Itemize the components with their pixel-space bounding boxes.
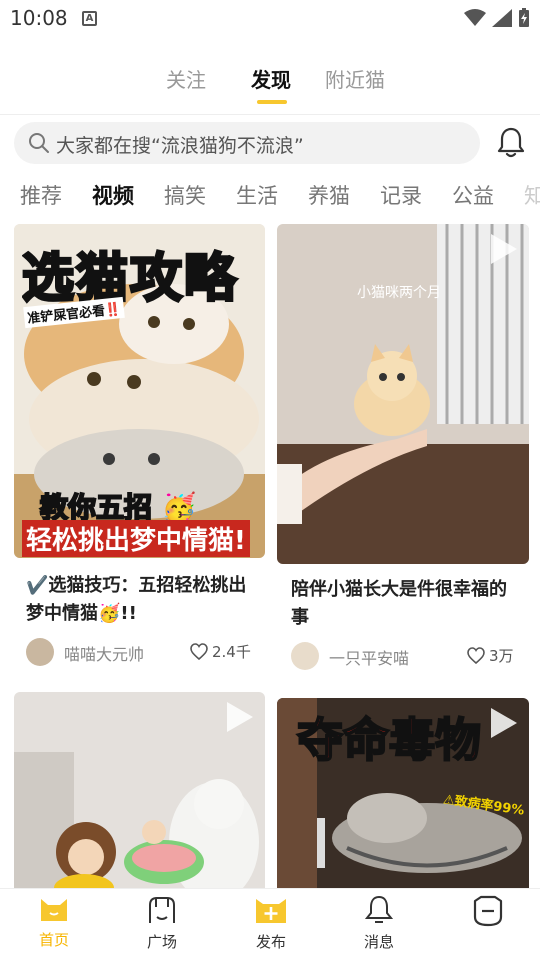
category-tabs: 推荐 视频 搞笑 生活 养猫 记录 公益 知 (0, 178, 540, 214)
category-charity[interactable]: 公益 (452, 180, 494, 210)
author-row: 喵喵大元帅 2.4千 (26, 638, 256, 668)
video-thumbnail[interactable]: 夺命毒物 ⚠致病率99% (277, 698, 529, 888)
author-name[interactable]: 一只平安喵 (329, 645, 409, 669)
like-count[interactable]: 3万 (467, 645, 514, 666)
nav-label-messages: 消息 (363, 933, 394, 951)
nav-messages[interactable]: 消息 (339, 895, 419, 952)
author-avatar[interactable] (26, 638, 54, 666)
thumbnail-headline: 选猫攻略 (22, 248, 239, 311)
category-knowledge[interactable]: 知 (524, 180, 540, 210)
feed-card-3[interactable] (14, 692, 265, 888)
wifi-icon (464, 9, 486, 26)
home-cat-icon (41, 899, 67, 921)
like-count[interactable]: 2.4千 (190, 641, 251, 662)
like-count-text: 2.4千 (212, 643, 251, 661)
thumbnail-caption: 小猫咪两个月 (357, 285, 441, 301)
kitten-thumbnail-image (277, 224, 529, 564)
video-thumbnail[interactable]: 小猫咪两个月 (277, 224, 529, 564)
message-icon (364, 895, 394, 923)
notification-icon: A (82, 11, 97, 26)
search-bar[interactable]: 大家都在搜“流浪猫狗不流浪” (14, 122, 480, 164)
play-icon (227, 702, 253, 732)
card-title[interactable]: 陪伴小猫长大是件很幸福的事 (291, 576, 517, 632)
nav-label-square: 广场 (146, 933, 177, 951)
heart-icon (467, 647, 485, 664)
nav-label-publish: 发布 (255, 933, 286, 951)
nav-square[interactable]: 广场 (122, 895, 202, 952)
nav-profile[interactable] (448, 895, 528, 933)
thumbnail-headline: 夺命毒物 (296, 712, 482, 768)
publish-plus-icon (256, 899, 286, 923)
status-bar: 10:08 A (0, 0, 540, 38)
tab-follow[interactable]: 关注 (166, 64, 206, 93)
author-row: 一只平安喵 3万 (291, 642, 517, 672)
nav-home[interactable]: 首页 (14, 895, 94, 950)
like-count-text: 3万 (489, 647, 514, 665)
tab-nearby-cats[interactable]: 附近猫 (325, 64, 385, 93)
video-thumbnail[interactable] (14, 692, 265, 888)
video-thumbnail[interactable]: 选猫攻略 准铲屎官必看‼️ 教你五招 🥳 轻松挑出梦中情猫! (14, 224, 265, 558)
feed-card-2[interactable]: 小猫咪两个月 陪伴小猫长大是件很幸福的事 一只平安喵 3万 (277, 224, 529, 678)
category-raising-cats[interactable]: 养猫 (308, 180, 350, 210)
feed-card-1[interactable]: 选猫攻略 准铲屎官必看‼️ 教你五招 🥳 轻松挑出梦中情猫! ✔️选猫技巧：五招… (14, 224, 265, 674)
signal-icon (492, 9, 512, 27)
card-title[interactable]: ✔️选猫技巧：五招轻松挑出梦中情猫🥳!! (26, 572, 256, 628)
status-time: 10:08 (10, 6, 68, 30)
battery-icon (519, 8, 529, 27)
search-icon (29, 133, 49, 153)
category-funny[interactable]: 搞笑 (164, 180, 206, 210)
header-divider (0, 114, 540, 115)
heart-icon (190, 643, 208, 660)
play-icon (491, 234, 517, 264)
category-records[interactable]: 记录 (380, 180, 422, 210)
thumbnail-caption-line2: 轻松挑出梦中情猫! (22, 520, 250, 557)
nav-label-home: 首页 (38, 931, 69, 949)
category-life[interactable]: 生活 (236, 180, 278, 210)
nav-publish[interactable]: 发布 (231, 895, 311, 952)
tab-indicator (257, 100, 287, 104)
profile-icon (473, 895, 503, 927)
play-icon (491, 708, 517, 738)
bell-icon[interactable] (496, 126, 526, 158)
bottom-nav: 首页 广场 发布 消息 (0, 888, 540, 960)
square-icon (149, 897, 175, 923)
feed-card-4[interactable]: 夺命毒物 ⚠致病率99% (277, 698, 529, 888)
author-avatar[interactable] (291, 642, 319, 670)
tab-discover[interactable]: 发现 (251, 64, 291, 93)
author-name[interactable]: 喵喵大元帅 (64, 641, 144, 665)
category-video[interactable]: 视频 (92, 180, 134, 210)
category-recommend[interactable]: 推荐 (20, 180, 62, 210)
status-icons (464, 8, 530, 28)
search-placeholder: 大家都在搜“流浪猫狗不流浪” (56, 135, 304, 157)
